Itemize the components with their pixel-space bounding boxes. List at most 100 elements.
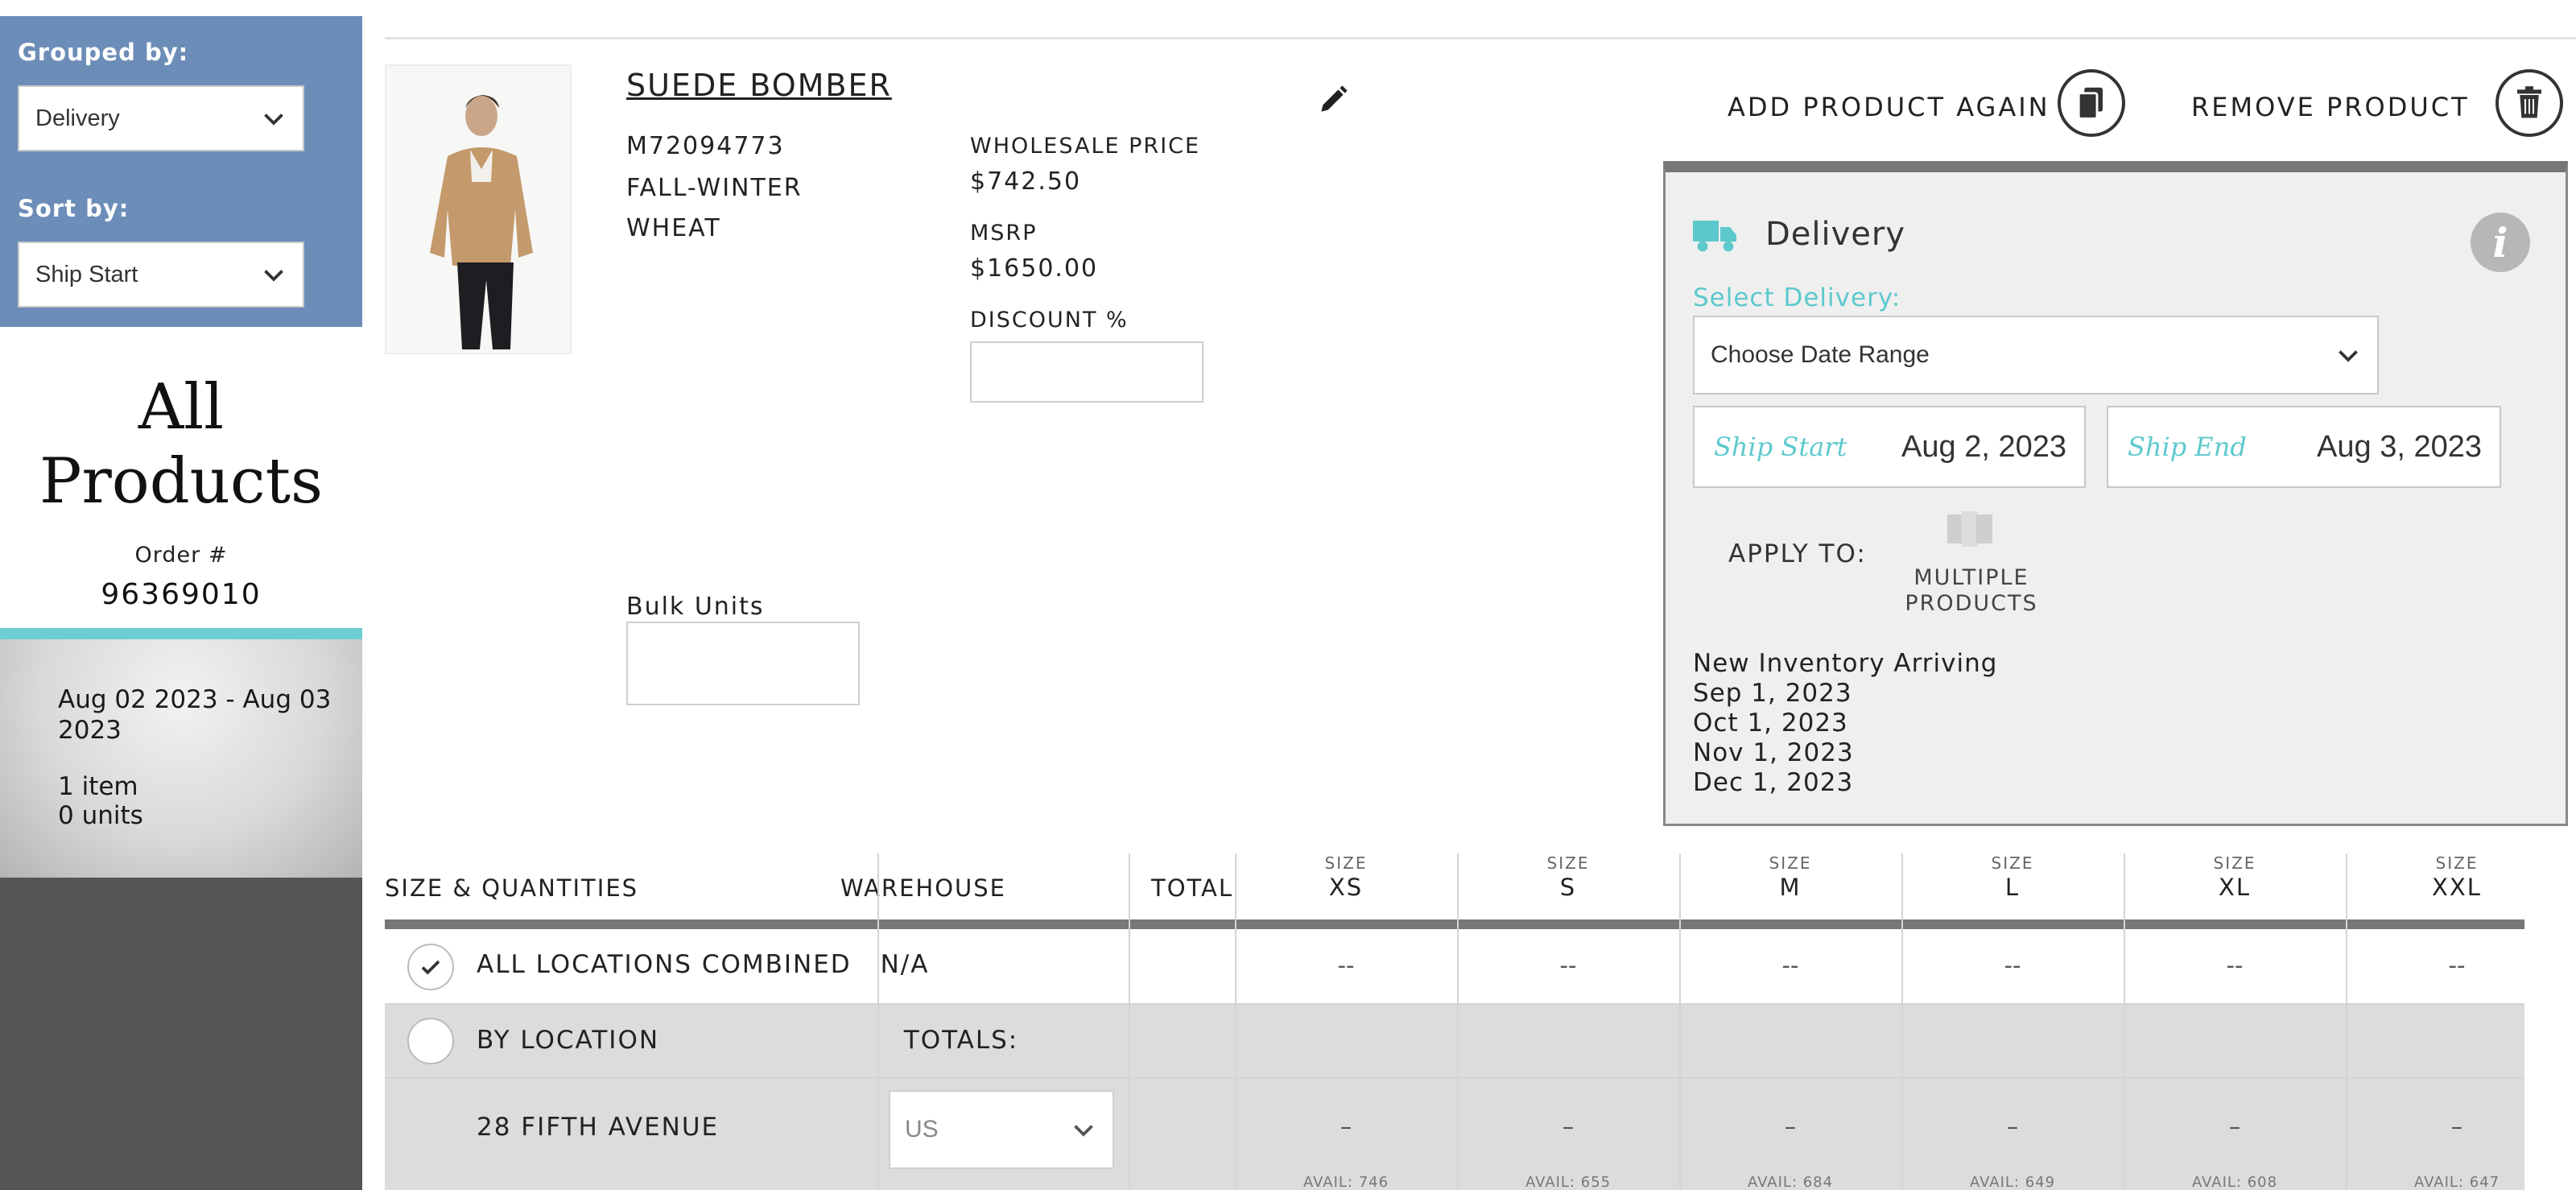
remove-product-button[interactable]: REMOVE PRODUCT bbox=[2191, 92, 2470, 122]
qty-input[interactable]: – bbox=[1235, 1113, 1457, 1140]
size-label: XS bbox=[1328, 874, 1364, 901]
add-product-again-button[interactable]: ADD PRODUCT AGAIN bbox=[1728, 92, 2050, 122]
multiple-products-button[interactable]: MULTIPLE PRODUCTS bbox=[1899, 565, 2044, 617]
avail-count: AVAIL: 655 bbox=[1525, 1174, 1612, 1190]
info-icon[interactable]: i bbox=[2471, 213, 2530, 272]
date-range-select[interactable]: Choose Date Range bbox=[1693, 316, 2379, 395]
filter-panel: Grouped by: Delivery Sort by: Ship Start bbox=[0, 16, 362, 327]
truck-icon bbox=[1693, 221, 1736, 252]
ship-end-label: Ship End bbox=[2128, 432, 2247, 462]
sidebar: Grouped by: Delivery Sort by: Ship Start… bbox=[0, 0, 362, 1190]
ship-end-value: Aug 3, 2023 bbox=[2317, 429, 2482, 464]
size-caption: SIZE bbox=[1769, 853, 1812, 873]
location-name: 28 FIFTH AVENUE bbox=[477, 1113, 720, 1142]
trash-icon[interactable] bbox=[2496, 69, 2563, 137]
grouped-by-value: Delivery bbox=[35, 105, 120, 131]
product-name-link[interactable]: SUEDE BOMBER bbox=[626, 68, 892, 103]
qty-input[interactable]: – bbox=[2346, 1113, 2568, 1140]
bulk-units-input[interactable] bbox=[626, 622, 860, 705]
page-title-line1: All bbox=[138, 371, 225, 444]
qty-input[interactable]: – bbox=[2124, 1113, 2346, 1140]
avail-count: AVAIL: 649 bbox=[1969, 1174, 2056, 1190]
size-caption: SIZE bbox=[1546, 853, 1590, 873]
col-divider bbox=[1679, 853, 1681, 1190]
size-caption: SIZE bbox=[2213, 853, 2256, 873]
new-inventory-title: New Inventory Arriving bbox=[1693, 649, 1998, 678]
discount-label: DISCOUNT % bbox=[970, 308, 1129, 333]
discount-input[interactable] bbox=[970, 341, 1203, 403]
chevron-down-icon bbox=[2339, 350, 2358, 362]
ship-end-field[interactable]: Ship End Aug 3, 2023 bbox=[2107, 406, 2501, 488]
delivery-title: Delivery bbox=[1765, 216, 1906, 253]
product-style-number: M72094773 bbox=[626, 132, 785, 160]
msrp-value: $1650.00 bbox=[970, 254, 1099, 283]
delivery-panel: Delivery i Select Delivery: Choose Date … bbox=[1663, 161, 2568, 826]
multiple-products-icon[interactable] bbox=[1947, 509, 1992, 549]
all-locations-radio[interactable] bbox=[407, 944, 454, 990]
col-size-xxl: SIZE XXL bbox=[2346, 853, 2568, 918]
page-title-line2: Products bbox=[39, 445, 323, 518]
chevron-down-icon bbox=[264, 270, 283, 282]
row-divider bbox=[385, 1003, 2524, 1005]
by-location-radio[interactable] bbox=[407, 1018, 454, 1064]
select-delivery-label: Select Delivery: bbox=[1693, 283, 1901, 312]
totals-label: TOTALS: bbox=[903, 1026, 1019, 1055]
ship-start-label: Ship Start bbox=[1714, 432, 1847, 462]
delivery-group-card[interactable]: Aug 02 2023 - Aug 03 2023 1 item 0 units bbox=[0, 639, 362, 878]
col-divider bbox=[1129, 853, 1130, 1190]
qty-input[interactable]: – bbox=[1457, 1113, 1679, 1140]
ship-start-value: Aug 2, 2023 bbox=[1901, 429, 2066, 464]
check-icon bbox=[421, 960, 440, 975]
all-locations-warehouse: N/A bbox=[880, 950, 930, 979]
new-inventory-list: New Inventory Arriving Sep 1, 2023 Oct 1… bbox=[1693, 649, 1997, 798]
col-size-s: SIZE S bbox=[1457, 853, 1679, 918]
copy-icon[interactable] bbox=[2058, 69, 2125, 137]
order-label: Order # bbox=[134, 543, 228, 568]
date-range-value: Choose Date Range bbox=[1711, 341, 1930, 368]
product-season: FALL-WINTER bbox=[626, 174, 803, 202]
qty-cell: -- bbox=[1559, 952, 1577, 979]
chevron-down-icon bbox=[1074, 1125, 1093, 1137]
size-label: M bbox=[1779, 874, 1802, 901]
msrp-label: MSRP bbox=[970, 221, 1038, 246]
warehouse-select[interactable]: US bbox=[889, 1090, 1114, 1169]
table-row-by-location: BY LOCATION TOTALS: bbox=[385, 1003, 2524, 1077]
grouped-by-select[interactable]: Delivery bbox=[18, 85, 304, 151]
sort-by-select[interactable]: Ship Start bbox=[18, 242, 304, 308]
size-caption: SIZE bbox=[2435, 853, 2479, 873]
multiple-products-line1: MULTIPLE bbox=[1913, 565, 2029, 590]
sort-by-value: Ship Start bbox=[35, 261, 138, 287]
col-divider bbox=[1457, 853, 1459, 1190]
delivery-group-units: 0 units bbox=[58, 801, 143, 830]
inventory-date: Sep 1, 2023 bbox=[1693, 679, 1852, 708]
size-caption: SIZE bbox=[1991, 853, 2034, 873]
size-caption: SIZE bbox=[1324, 853, 1368, 873]
wholesale-price-label: WHOLESALE PRICE bbox=[970, 134, 1201, 159]
multiple-products-line2: PRODUCTS bbox=[1905, 591, 2038, 616]
apply-to-label: APPLY TO: bbox=[1728, 539, 1867, 568]
delivery-group-dates: Aug 02 2023 - Aug 03 2023 bbox=[58, 685, 332, 745]
avail-count: AVAIL: 608 bbox=[2191, 1174, 2278, 1190]
size-label: S bbox=[1559, 874, 1577, 901]
row-divider bbox=[385, 1077, 2524, 1079]
size-label: XL bbox=[2218, 874, 2252, 901]
header-divider bbox=[385, 919, 2524, 929]
pencil-icon[interactable] bbox=[1315, 82, 1351, 118]
col-size-l: SIZE L bbox=[1901, 853, 2124, 918]
qty-cell: -- bbox=[2448, 952, 2466, 979]
copy-glyph bbox=[2077, 87, 2103, 120]
bulk-units-label: Bulk Units bbox=[626, 593, 765, 621]
qty-cell: -- bbox=[2226, 952, 2244, 979]
qty-input[interactable]: – bbox=[1901, 1113, 2124, 1140]
qty-cell: -- bbox=[1781, 952, 1799, 979]
delivery-group-items: 1 item bbox=[58, 772, 138, 801]
by-location-label: BY LOCATION bbox=[477, 1026, 660, 1055]
table-row-all-locations: ALL LOCATIONS COMBINED N/A -- -- -- -- -… bbox=[385, 929, 2524, 1003]
table-row-location: 28 FIFTH AVENUE US – – – – – – AVAIL: 74… bbox=[385, 1077, 2524, 1190]
col-size-m: SIZE M bbox=[1679, 853, 1901, 918]
grouped-by-label: Grouped by: bbox=[18, 39, 189, 66]
qty-input[interactable]: – bbox=[1679, 1113, 1901, 1140]
qty-cell: -- bbox=[2004, 952, 2021, 979]
sidebar-empty-area bbox=[0, 878, 362, 1190]
ship-start-field[interactable]: Ship Start Aug 2, 2023 bbox=[1693, 406, 2086, 488]
